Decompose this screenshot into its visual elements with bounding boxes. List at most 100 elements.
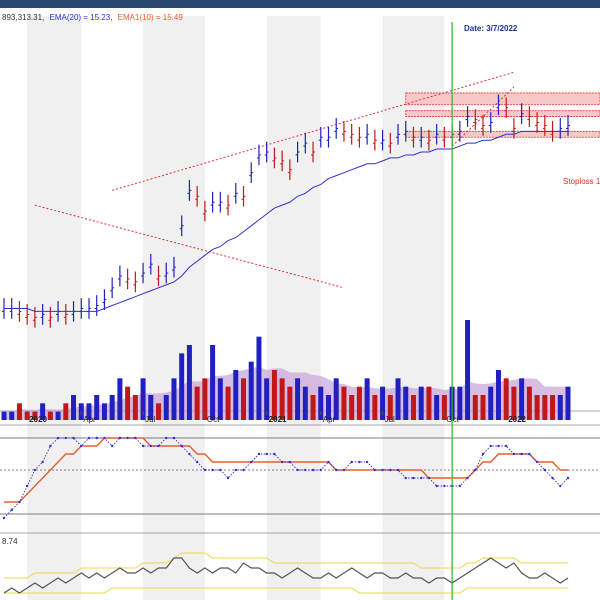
volume-bar bbox=[163, 395, 169, 420]
osc-point bbox=[110, 444, 114, 448]
osc-point bbox=[528, 452, 531, 456]
osc-point bbox=[512, 452, 516, 456]
stock-chart[interactable]: 893,313.31, EMA(20) = 15.23, EMA1(10) = … bbox=[0, 8, 600, 600]
osc-point bbox=[2, 516, 6, 520]
volume-bar bbox=[1, 411, 7, 420]
osc-point bbox=[342, 468, 346, 472]
osc-point bbox=[18, 500, 21, 504]
volume-bar bbox=[248, 361, 254, 420]
x-tick-label: 2020 bbox=[29, 415, 47, 424]
volume-bar bbox=[310, 395, 316, 420]
volume-bar bbox=[364, 378, 370, 420]
volume-bar bbox=[63, 403, 69, 420]
osc-point bbox=[474, 468, 477, 472]
osc-point bbox=[118, 436, 122, 440]
volume-bar bbox=[565, 386, 571, 420]
osc-point bbox=[559, 484, 562, 488]
osc-point bbox=[211, 468, 214, 472]
volume-bar bbox=[256, 336, 262, 420]
volume-bar bbox=[550, 395, 556, 420]
volume-bar bbox=[71, 395, 77, 420]
volume-readout: 893,313.31, bbox=[2, 13, 44, 22]
osc-point bbox=[350, 460, 353, 464]
stoploss-label: Stoploss 1 bbox=[563, 177, 600, 186]
osc-point bbox=[280, 460, 284, 464]
osc-point bbox=[335, 468, 338, 472]
volume-bar bbox=[287, 386, 293, 420]
volume-bar bbox=[9, 411, 15, 420]
osc-point bbox=[141, 444, 145, 448]
volume-bar bbox=[241, 378, 247, 420]
osc-point bbox=[226, 476, 230, 480]
title-bar bbox=[0, 0, 600, 8]
osc-point bbox=[412, 476, 415, 480]
resistance-zone bbox=[405, 110, 600, 117]
osc-point bbox=[420, 476, 423, 480]
volume-bar bbox=[418, 386, 424, 420]
osc-point bbox=[25, 484, 29, 488]
volume-bar bbox=[194, 386, 200, 420]
osc-point bbox=[304, 468, 307, 472]
volume-bar bbox=[171, 378, 177, 420]
osc-point bbox=[489, 444, 492, 448]
volume-bar bbox=[47, 411, 53, 420]
volume-bar bbox=[117, 378, 123, 420]
x-tick-label: 2021 bbox=[269, 415, 287, 424]
volume-bar bbox=[480, 395, 486, 420]
osc-point bbox=[242, 468, 245, 472]
osc-point bbox=[396, 468, 400, 472]
osc-point bbox=[157, 444, 160, 448]
volume-bar bbox=[434, 395, 440, 420]
osc-point bbox=[149, 444, 152, 448]
osc-point bbox=[33, 468, 37, 472]
osc-point bbox=[535, 460, 539, 464]
volume-bar bbox=[132, 395, 138, 420]
osc-point bbox=[288, 460, 292, 464]
volume-bar bbox=[279, 378, 285, 420]
volume-bar bbox=[101, 403, 107, 420]
x-tick-label: Jul bbox=[145, 415, 155, 424]
volume-bar bbox=[217, 378, 223, 420]
volume-bar bbox=[341, 386, 347, 420]
x-tick-label: Apr bbox=[323, 415, 336, 424]
indicator-value: 8.74 bbox=[2, 537, 18, 546]
osc-point bbox=[319, 468, 322, 472]
volume-bar bbox=[125, 386, 131, 420]
volume-bar bbox=[488, 386, 494, 420]
osc-point bbox=[72, 436, 75, 440]
osc-point bbox=[481, 452, 485, 456]
osc-point bbox=[365, 460, 369, 464]
osc-point bbox=[172, 436, 176, 440]
volume-bar bbox=[356, 386, 362, 420]
osc-point bbox=[95, 436, 98, 440]
osc-point bbox=[49, 444, 52, 448]
volume-bar bbox=[302, 386, 308, 420]
osc-point bbox=[543, 468, 547, 472]
osc-point bbox=[134, 436, 137, 440]
osc-point bbox=[497, 444, 500, 448]
volume-bar bbox=[179, 353, 185, 420]
osc-point bbox=[296, 468, 299, 472]
volume-bar bbox=[333, 378, 339, 420]
volume-bar bbox=[271, 370, 277, 420]
x-tick-label: Jul bbox=[385, 415, 395, 424]
osc-point bbox=[234, 468, 237, 472]
osc-point bbox=[551, 476, 554, 480]
volume-bar bbox=[295, 378, 301, 420]
osc-point bbox=[165, 436, 168, 440]
osc-point bbox=[80, 444, 83, 448]
volume-bar bbox=[495, 370, 501, 420]
osc-point bbox=[358, 460, 361, 464]
osc-point bbox=[56, 436, 60, 440]
volume-bar bbox=[233, 370, 239, 420]
volume-bar bbox=[534, 395, 540, 420]
cursor-date-label: Date: 3/7/2022 bbox=[464, 24, 518, 33]
osc-point bbox=[195, 460, 199, 464]
osc-point bbox=[566, 476, 570, 480]
x-tick-label: Oct bbox=[446, 415, 459, 424]
osc-point bbox=[87, 436, 91, 440]
osc-point bbox=[103, 436, 106, 440]
x-tick-label: Oct bbox=[207, 415, 220, 424]
osc-point bbox=[520, 452, 523, 456]
x-tick-label: Apr bbox=[83, 415, 96, 424]
